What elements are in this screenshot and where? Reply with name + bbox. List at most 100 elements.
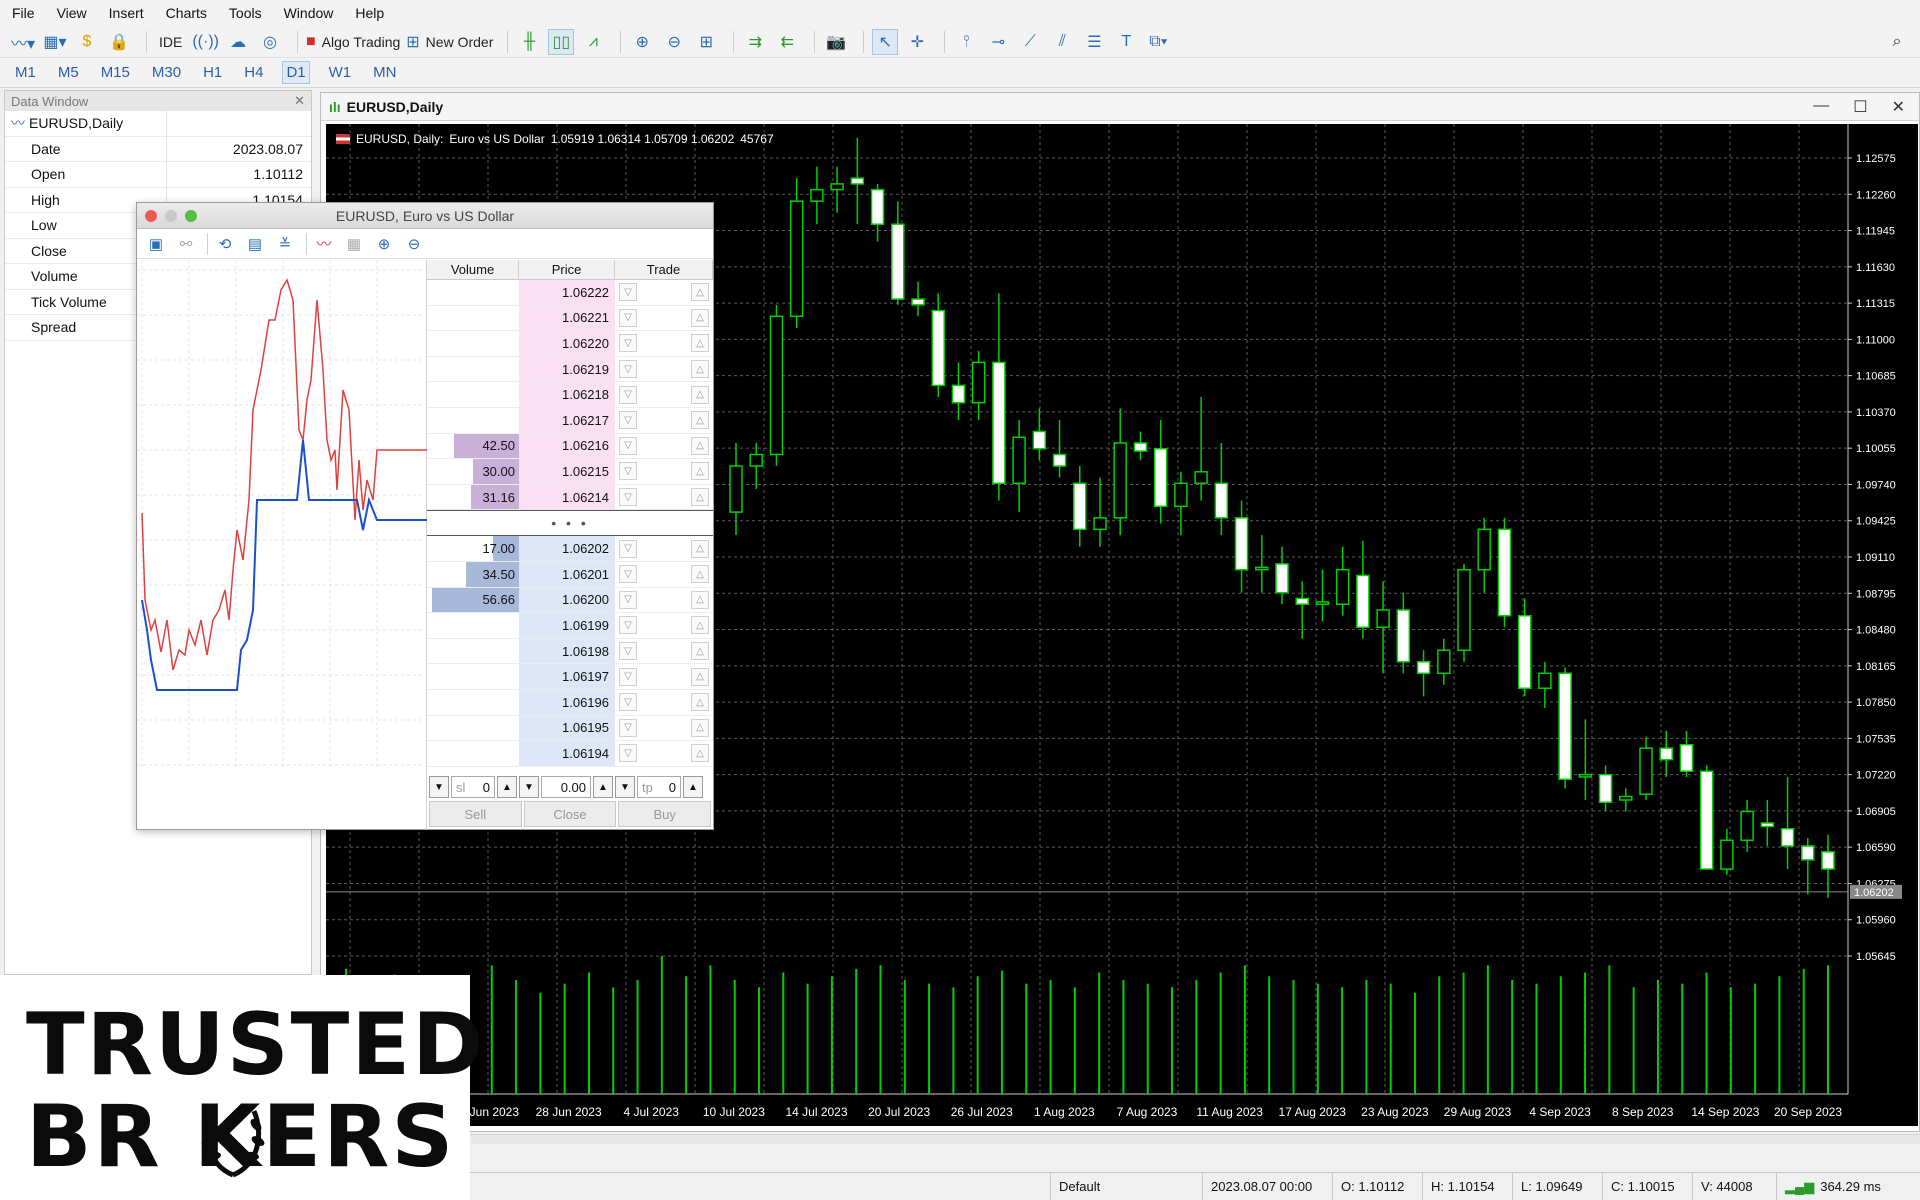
candle[interactable] bbox=[911, 281, 925, 317]
candle[interactable] bbox=[1052, 419, 1067, 478]
shop-icon[interactable]: 🔒 bbox=[106, 29, 132, 55]
candle[interactable] bbox=[1073, 466, 1087, 547]
bar-chart-icon[interactable]: ╫ bbox=[516, 29, 542, 55]
candle[interactable] bbox=[1437, 638, 1451, 685]
timeframe-w1[interactable]: W1 bbox=[326, 62, 355, 83]
candle[interactable] bbox=[1598, 765, 1613, 812]
algo-trading-button[interactable]: ■ Algo Trading bbox=[306, 29, 400, 55]
sell-limit-arrow-icon[interactable]: ▽ bbox=[619, 565, 637, 584]
ide-button[interactable]: IDE bbox=[155, 29, 186, 55]
lot-input[interactable]: 0.00 bbox=[541, 776, 591, 798]
menu-help[interactable]: Help bbox=[355, 5, 384, 21]
buy-limit-arrow-icon[interactable]: △ bbox=[691, 334, 709, 353]
menu-window[interactable]: Window bbox=[284, 5, 334, 21]
candle[interactable] bbox=[1720, 828, 1734, 875]
zoom-out-icon[interactable]: ⊖ bbox=[401, 232, 427, 256]
sell-limit-arrow-icon[interactable]: ▽ bbox=[619, 436, 637, 455]
close-button[interactable]: Close bbox=[523, 801, 617, 827]
status-profile[interactable]: Default bbox=[1050, 1173, 1202, 1200]
timeframe-m1[interactable]: M1 bbox=[12, 62, 39, 83]
sell-limit-arrow-icon[interactable]: ▽ bbox=[619, 385, 637, 404]
trendline-icon[interactable]: ⟋ bbox=[1017, 29, 1043, 55]
buy-limit-arrow-icon[interactable]: △ bbox=[691, 616, 709, 635]
buy-limit-arrow-icon[interactable]: △ bbox=[691, 488, 709, 507]
new-order-button[interactable]: ⊞ New Order bbox=[406, 29, 493, 55]
lot-down-icon[interactable]: ▼ bbox=[519, 776, 539, 798]
candle[interactable] bbox=[1477, 517, 1491, 593]
buy-limit-arrow-icon[interactable]: △ bbox=[691, 308, 709, 327]
close-dot-icon[interactable] bbox=[145, 210, 157, 222]
tile-windows-icon[interactable]: ⊞ bbox=[693, 29, 719, 55]
candle[interactable] bbox=[1214, 443, 1229, 536]
buy-button[interactable]: Buy bbox=[618, 801, 712, 827]
line-chart-icon[interactable]: ⩘ bbox=[580, 29, 606, 55]
candle[interactable] bbox=[1356, 540, 1370, 639]
vps-icon[interactable]: ◎ bbox=[257, 29, 283, 55]
candle[interactable] bbox=[769, 304, 784, 467]
chart-type-icon[interactable]: 〰▾ bbox=[10, 29, 36, 55]
candle[interactable] bbox=[931, 293, 945, 397]
zoom-in-icon[interactable]: ⊕ bbox=[629, 29, 655, 55]
tick-chart-icon[interactable]: ▣ bbox=[143, 232, 169, 256]
candle[interactable] bbox=[1517, 598, 1532, 697]
close-icon[interactable]: ✕ bbox=[294, 93, 305, 109]
cursor-icon[interactable]: ↖ bbox=[872, 28, 899, 55]
cloud-icon[interactable]: ☁ bbox=[225, 29, 251, 55]
timeframe-mn[interactable]: MN bbox=[370, 62, 399, 83]
crosshair-icon[interactable]: ✛ bbox=[904, 29, 930, 55]
sell-limit-arrow-icon[interactable]: ▽ bbox=[619, 744, 637, 763]
zoom-in-icon[interactable]: ⊕ bbox=[371, 232, 397, 256]
candle[interactable] bbox=[1558, 667, 1572, 789]
table-icon[interactable]: ▤ bbox=[242, 232, 268, 256]
tp-up-icon[interactable]: ▲ bbox=[683, 776, 703, 798]
candle[interactable] bbox=[1679, 730, 1694, 777]
refresh-icon[interactable]: ⟲ bbox=[212, 232, 238, 256]
candle[interactable] bbox=[1275, 546, 1289, 605]
buy-limit-arrow-icon[interactable]: △ bbox=[691, 565, 709, 584]
status-connection[interactable]: ▂▄▆ 364.29 ms bbox=[1776, 1173, 1900, 1200]
candle[interactable] bbox=[1457, 563, 1471, 662]
minimize-dot-icon[interactable] bbox=[165, 210, 177, 222]
candle[interactable] bbox=[1396, 592, 1411, 674]
buy-limit-arrow-icon[interactable]: △ bbox=[691, 462, 709, 481]
candle[interactable] bbox=[870, 183, 885, 242]
sl-up-icon[interactable]: ▲ bbox=[497, 776, 517, 798]
timeframe-m30[interactable]: M30 bbox=[149, 62, 184, 83]
candle[interactable] bbox=[1416, 650, 1431, 697]
candle[interactable] bbox=[1295, 581, 1309, 639]
close-icon[interactable]: ✕ bbox=[1892, 97, 1905, 117]
screenshot-icon[interactable]: 📷 bbox=[823, 29, 849, 55]
candle[interactable] bbox=[1194, 396, 1208, 501]
vertical-line-icon[interactable]: ⫯ bbox=[953, 29, 979, 55]
auto-scroll-icon[interactable]: ⇉ bbox=[742, 29, 768, 55]
sl-input[interactable]: sl 0 bbox=[451, 776, 495, 798]
buy-limit-arrow-icon[interactable]: △ bbox=[691, 436, 709, 455]
candle[interactable] bbox=[749, 443, 763, 490]
candle[interactable] bbox=[1801, 837, 1815, 895]
sl-down-icon[interactable]: ▼ bbox=[429, 776, 449, 798]
text-tool-icon[interactable]: T bbox=[1113, 29, 1139, 55]
candlestick-chart-icon[interactable]: ▯▯ bbox=[548, 28, 575, 55]
zoom-dot-icon[interactable] bbox=[185, 210, 197, 222]
lot-up-icon[interactable]: ▲ bbox=[593, 776, 613, 798]
candle[interactable] bbox=[1619, 788, 1633, 812]
sell-limit-arrow-icon[interactable]: ▽ bbox=[619, 462, 637, 481]
fibonacci-icon[interactable]: ☰ bbox=[1081, 29, 1107, 55]
candle[interactable] bbox=[1780, 776, 1795, 870]
timeframe-h1[interactable]: H1 bbox=[200, 62, 225, 83]
menu-file[interactable]: File bbox=[12, 5, 35, 21]
candle[interactable] bbox=[1174, 471, 1188, 536]
sell-limit-arrow-icon[interactable]: ▽ bbox=[619, 283, 637, 302]
buy-limit-arrow-icon[interactable]: △ bbox=[691, 385, 709, 404]
maximize-icon[interactable]: ☐ bbox=[1853, 97, 1867, 117]
buy-limit-arrow-icon[interactable]: △ bbox=[691, 718, 709, 737]
search-icon[interactable]: ⌕ bbox=[1884, 29, 1910, 55]
shapes-icon[interactable]: ⧉▾ bbox=[1145, 29, 1171, 55]
candle[interactable] bbox=[1639, 736, 1653, 800]
buy-limit-arrow-icon[interactable]: △ bbox=[691, 360, 709, 379]
buy-limit-arrow-icon[interactable]: △ bbox=[691, 539, 709, 558]
tp-down-icon[interactable]: ▼ bbox=[615, 776, 635, 798]
timeframe-d1[interactable]: D1 bbox=[282, 61, 310, 84]
candle[interactable] bbox=[1113, 408, 1127, 536]
sell-limit-arrow-icon[interactable]: ▽ bbox=[619, 616, 637, 635]
